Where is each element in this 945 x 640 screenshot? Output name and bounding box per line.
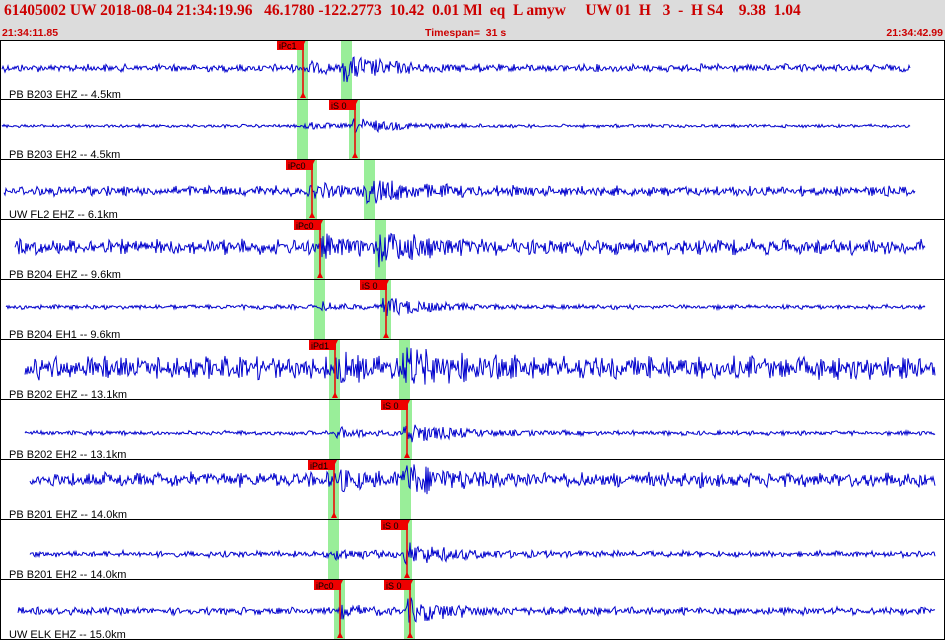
event-summary-line: 61405002 UW 2018-08-04 21:34:19.96 46.17… (4, 2, 801, 19)
seismogram-viewer: 61405002 UW 2018-08-04 21:34:19.96 46.17… (0, 0, 945, 640)
waveform-trace (29, 542, 936, 566)
waveform-trace (1, 118, 911, 134)
s-pick-label: iS 0 (362, 281, 378, 291)
waveform-trace (24, 424, 936, 443)
p-window (297, 100, 308, 160)
waveform-trace (14, 232, 926, 268)
waveform-trace (24, 347, 936, 385)
s-pick-label: iS 0 (383, 401, 399, 411)
p-pick-label: iPd1 (311, 341, 329, 351)
s-pick-label: iS 0 (331, 101, 347, 111)
p-pick-label: iPd1 (310, 461, 328, 471)
event-header: 61405002 UW 2018-08-04 21:34:19.96 46.17… (0, 0, 945, 40)
s-pick-label: iS 0 (386, 581, 402, 591)
waveform-trace (3, 180, 916, 205)
waveform-trace (17, 597, 936, 623)
timespan-label: Timespan= 31 s (425, 27, 507, 39)
waveform-trace (29, 464, 936, 495)
waveform-trace (1, 56, 911, 83)
trace-label: UW ELK EHZ -- 15.0km (9, 629, 126, 640)
p-pick-label: iPc0 (296, 221, 314, 231)
p-window (328, 520, 339, 580)
waveform-trace (5, 297, 926, 317)
end-time: 21:34:42.99 (886, 27, 943, 39)
s-window (341, 40, 352, 100)
p-pick-label: iPc1 (279, 41, 297, 51)
p-pick-label: iPc0 (288, 161, 306, 171)
s-window (400, 460, 411, 520)
trace-panel[interactable]: iPc1PB B203 EHZ -- 4.5kmiS 0PB B203 EH2 … (0, 40, 945, 640)
p-window (329, 400, 340, 460)
p-pick-label: iPc0 (316, 581, 334, 591)
p-window (314, 280, 325, 340)
start-time: 21:34:11.85 (2, 27, 59, 39)
s-pick-label: iS 0 (383, 521, 399, 531)
